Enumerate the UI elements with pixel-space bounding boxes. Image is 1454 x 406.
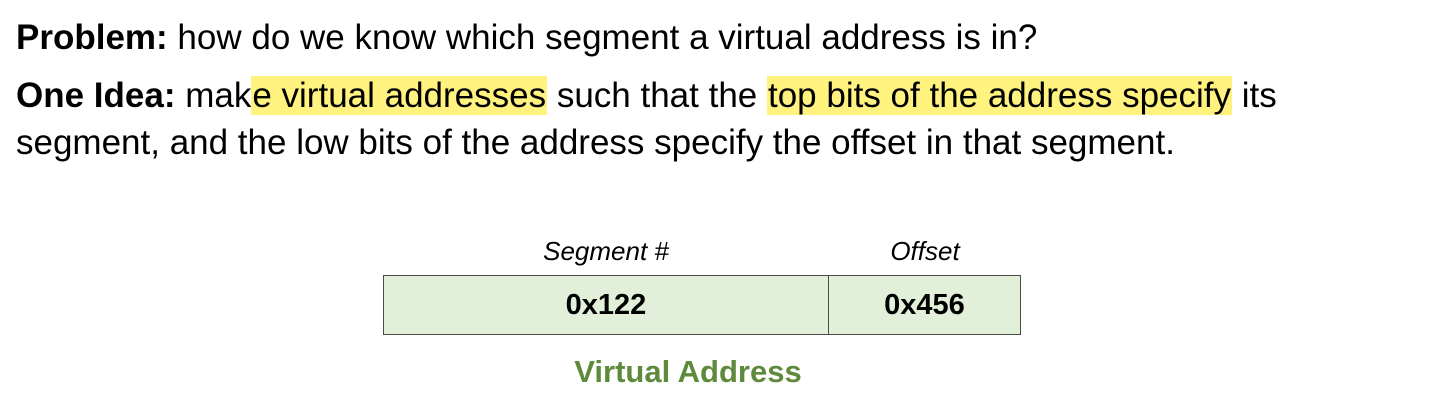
problem-text: how do we know which segment a virtual a… bbox=[167, 18, 1038, 57]
highlight-virtual-addresses: e virtual addresses bbox=[251, 76, 548, 115]
idea-label: One Idea: bbox=[16, 76, 176, 115]
offset-cell: 0x456 bbox=[884, 288, 965, 321]
highlight-top-bits: top bits of the address specify bbox=[766, 76, 1233, 115]
problem-statement: Problem: how do we know which segment a … bbox=[16, 16, 1037, 60]
segment-number-header: Segment # bbox=[543, 236, 669, 266]
idea-text-3: its bbox=[1232, 76, 1277, 115]
virtual-address-box: 0x122 0x456 bbox=[383, 275, 1021, 335]
idea-statement-line-2: segment, and the low bits of the address… bbox=[16, 123, 1175, 162]
offset-header: Offset bbox=[890, 236, 960, 266]
problem-label: Problem: bbox=[16, 18, 168, 57]
virtual-address-caption: Virtual Address bbox=[574, 354, 802, 389]
segment-number-cell: 0x122 bbox=[384, 276, 829, 334]
idea-statement-line-1: One Idea: make virtual addresses such th… bbox=[16, 74, 1277, 118]
idea-text-1: mak bbox=[175, 76, 252, 115]
idea-text-2: such that the bbox=[547, 76, 767, 115]
